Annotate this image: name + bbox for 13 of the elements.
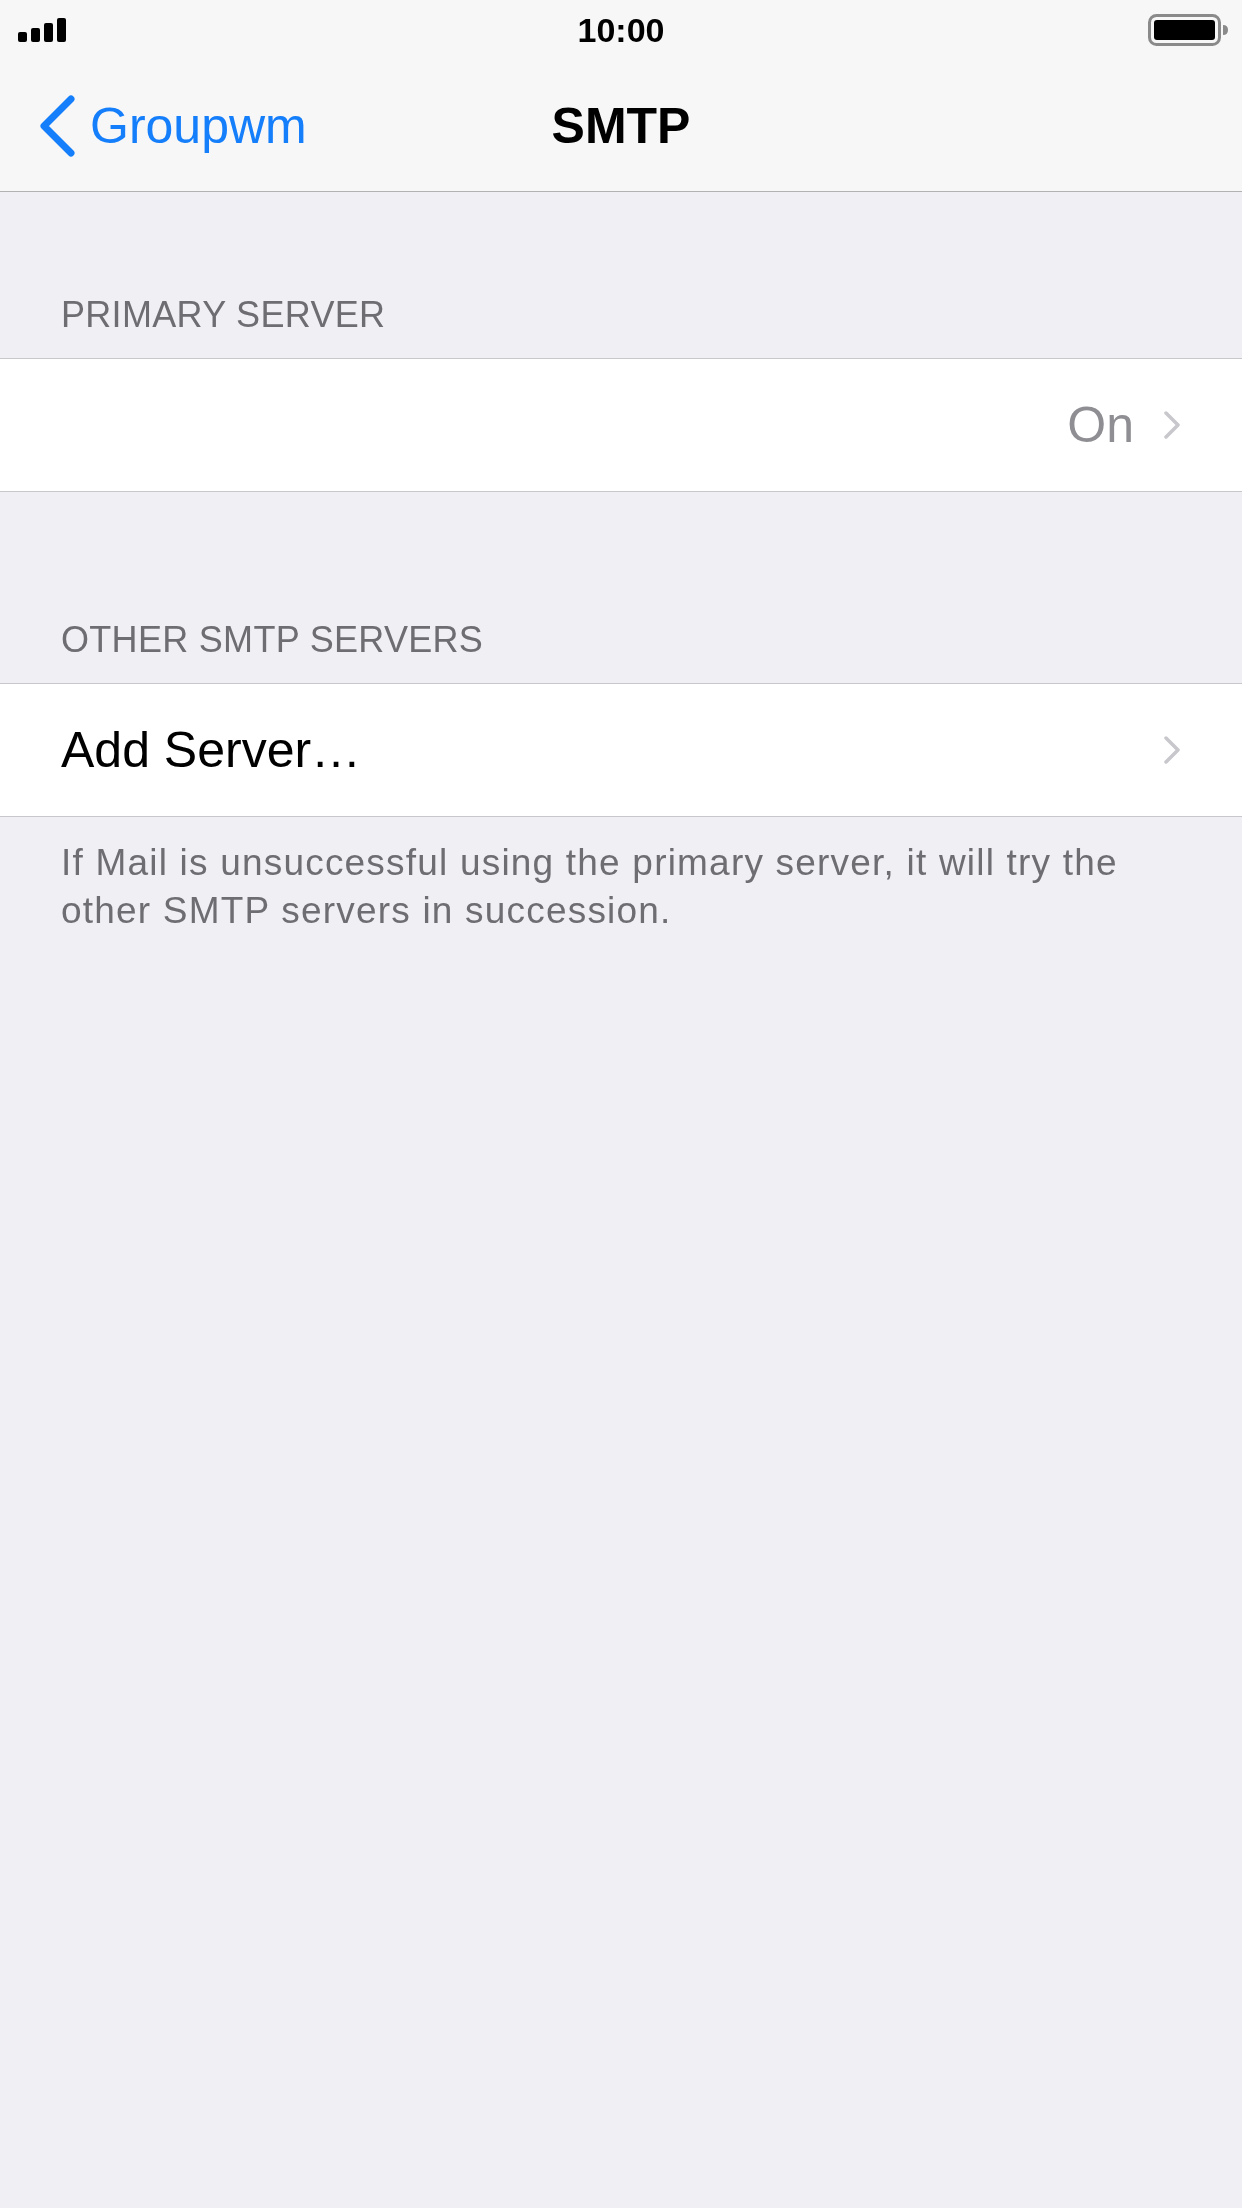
row-value: On [1067,396,1134,455]
battery-icon [1148,14,1228,46]
back-chevron-icon [38,95,76,157]
section-header: OTHER SMTP SERVERS [61,617,484,661]
signal-strength-icon [18,18,66,42]
row-label: Add Server… [61,721,362,780]
disclosure-chevron-icon [1164,411,1180,439]
status-time: 10:00 [577,10,665,50]
back-button[interactable]: Groupwm [38,95,307,157]
disclosure-chevron-icon [1164,736,1180,764]
section-footer: If Mail is unsuccessful using the primary server, it will try the other SMTP servers in succession. [61,839,1181,935]
section-header: PRIMARY SERVER [61,292,386,336]
page-title: SMTP [551,97,691,155]
